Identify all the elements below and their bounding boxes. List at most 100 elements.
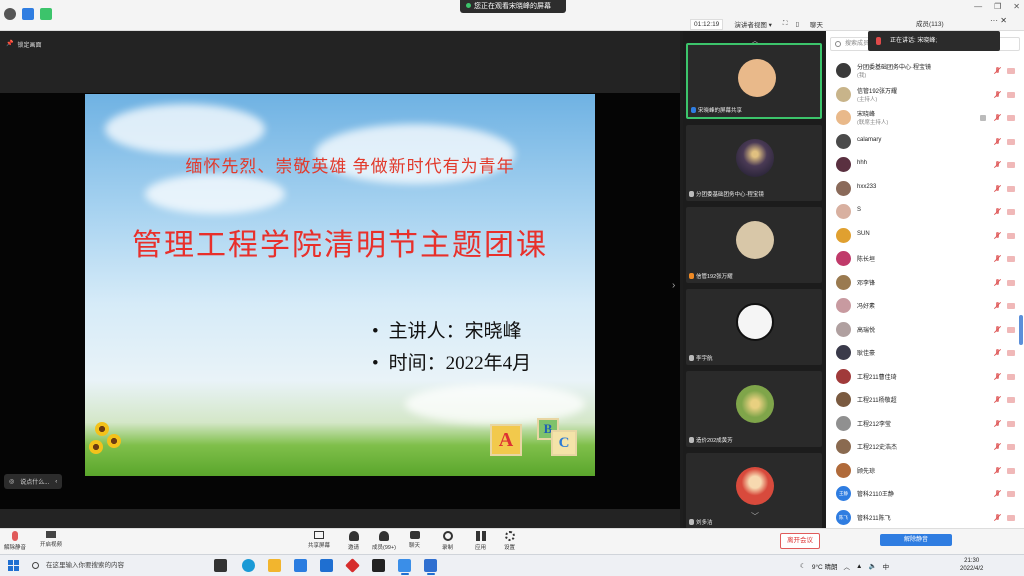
- volume-icon[interactable]: 🔈: [868, 562, 876, 570]
- mail-icon[interactable]: [320, 559, 333, 572]
- mic-muted-icon[interactable]: [994, 443, 1001, 451]
- view-mode-button[interactable]: 演讲者视图 ▾: [731, 18, 775, 30]
- camera-off-icon[interactable]: [1007, 232, 1015, 239]
- member-row[interactable]: 邓李锋: [826, 271, 1024, 295]
- camera-off-icon[interactable]: [1007, 373, 1015, 380]
- member-row[interactable]: 工程211杨敬超: [826, 388, 1024, 412]
- video-tile[interactable]: 宋晓峰的屏幕共享: [686, 43, 822, 119]
- ime-indicator[interactable]: 中: [883, 561, 890, 571]
- camera-off-icon[interactable]: [1007, 185, 1015, 192]
- windows-start-icon[interactable]: [8, 560, 19, 571]
- close-panel-icon[interactable]: ✕: [1000, 16, 1007, 25]
- members-button[interactable]: 成员(99+): [372, 531, 396, 551]
- member-row[interactable]: SUN: [826, 224, 1024, 248]
- mic-muted-icon[interactable]: [994, 325, 1001, 334]
- task-view-icon[interactable]: [214, 559, 227, 572]
- camera-off-icon[interactable]: [1007, 256, 1015, 262]
- mic-muted-icon[interactable]: [994, 372, 1001, 381]
- mic-muted-icon[interactable]: [994, 349, 1001, 357]
- shield-icon[interactable]: [22, 8, 34, 20]
- camera-off-icon[interactable]: [1007, 467, 1015, 474]
- weather-label[interactable]: 9°C 晴朗: [812, 561, 838, 571]
- member-row[interactable]: hxx233: [826, 177, 1024, 201]
- settings-button[interactable]: 设置: [504, 531, 515, 551]
- mic-muted-icon[interactable]: [994, 466, 1001, 475]
- mic-muted-icon[interactable]: [994, 278, 1001, 287]
- member-row[interactable]: 冯好素: [826, 294, 1024, 318]
- signal-icon[interactable]: [40, 8, 52, 20]
- mic-muted-icon[interactable]: [994, 513, 1001, 522]
- mic-muted-icon[interactable]: [994, 184, 1001, 193]
- record-button[interactable]: 录制: [442, 531, 453, 551]
- member-row[interactable]: hhh: [826, 153, 1024, 177]
- leave-meeting-button[interactable]: 离开会议: [780, 533, 820, 549]
- apps-button[interactable]: 应用: [475, 531, 486, 551]
- mic-muted-icon[interactable]: [994, 161, 1001, 169]
- invite-button[interactable]: 邀请: [348, 531, 359, 551]
- camera-off-icon[interactable]: [1007, 326, 1015, 333]
- camera-off-icon[interactable]: [1007, 68, 1015, 74]
- video-tile[interactable]: 李宇航: [686, 289, 822, 365]
- member-row[interactable]: 陈长垣: [826, 247, 1024, 271]
- minimize-icon[interactable]: —: [974, 2, 982, 11]
- mic-muted-icon[interactable]: [994, 396, 1001, 404]
- network-icon[interactable]: ▲: [856, 563, 862, 570]
- member-row[interactable]: 耿佳豪: [826, 341, 1024, 365]
- mic-muted-icon[interactable]: [994, 208, 1001, 216]
- camera-off-icon[interactable]: [1007, 162, 1015, 168]
- chat-button[interactable]: 聊天: [409, 531, 420, 549]
- member-row[interactable]: 王静 管科2110王静: [826, 482, 1024, 506]
- maximize-icon[interactable]: ❐: [994, 2, 1001, 11]
- mic-muted-icon[interactable]: [994, 255, 1001, 263]
- mic-muted-icon[interactable]: [994, 419, 1001, 428]
- camera-off-icon[interactable]: [1007, 420, 1015, 427]
- camera-off-icon[interactable]: [1007, 91, 1015, 98]
- share-screen-button[interactable]: 共享屏幕: [308, 531, 330, 549]
- camera-off-icon[interactable]: [1007, 350, 1015, 356]
- video-button[interactable]: 开启视频: [40, 531, 62, 548]
- camera-off-icon[interactable]: [1007, 209, 1015, 215]
- chevron-left-icon[interactable]: ‹: [55, 479, 57, 485]
- member-row[interactable]: S: [826, 200, 1024, 224]
- member-row[interactable]: 工程211曹佳琦: [826, 365, 1024, 389]
- camera-off-icon[interactable]: [1007, 303, 1015, 309]
- tab-members[interactable]: 成员(113): [916, 18, 944, 28]
- video-tile[interactable]: 信管192张万耀: [686, 207, 822, 283]
- member-row[interactable]: 顾先琼: [826, 459, 1024, 483]
- taskbar-search-input[interactable]: 在这里输入你要搜索的内容: [30, 558, 200, 574]
- more-icon[interactable]: ···: [990, 16, 998, 25]
- member-list-scrollbar[interactable]: [1019, 315, 1023, 345]
- member-row[interactable]: 工程212史浩杰: [826, 435, 1024, 459]
- member-row[interactable]: 分团委基础团务中心·程宝镜 (我): [826, 59, 1024, 83]
- store-icon[interactable]: [294, 559, 307, 572]
- pin-view-button[interactable]: 📌 锁定画面: [6, 40, 42, 49]
- member-row[interactable]: 宋晓峰 (联席主持人): [826, 106, 1024, 130]
- member-row[interactable]: calamary: [826, 130, 1024, 154]
- mic-muted-icon[interactable]: [994, 490, 1001, 498]
- taskbar-clock[interactable]: 21:30 2022/4/2: [960, 557, 983, 573]
- chevron-right-icon[interactable]: ›: [672, 280, 675, 291]
- camera-off-icon[interactable]: [1007, 279, 1015, 286]
- chat-input-chip[interactable]: ◎ 说点什么... ‹: [4, 474, 63, 489]
- camera-off-icon[interactable]: [1007, 444, 1015, 450]
- member-row[interactable]: 工程212李莹: [826, 412, 1024, 436]
- close-icon[interactable]: ✕: [1013, 2, 1020, 11]
- app-icon[interactable]: [372, 559, 385, 572]
- camera-off-icon[interactable]: [1007, 115, 1015, 121]
- file-explorer-icon[interactable]: [268, 559, 281, 572]
- member-row[interactable]: 信管192张万耀 (主持人): [826, 83, 1024, 107]
- camera-off-icon[interactable]: [1007, 397, 1015, 403]
- unmute-all-button[interactable]: 解除静音: [880, 534, 952, 546]
- mic-muted-icon[interactable]: [994, 231, 1001, 240]
- meeting-window-icon[interactable]: [424, 559, 437, 575]
- chevron-up-icon[interactable]: ︿: [844, 561, 851, 571]
- share-banner[interactable]: 您正在观看宋晓峰的屏幕: [460, 0, 566, 13]
- meeting-app-icon[interactable]: [398, 559, 411, 575]
- mic-muted-icon[interactable]: [994, 90, 1001, 99]
- mute-button[interactable]: 解除静音: [4, 531, 26, 551]
- mic-muted-icon[interactable]: [994, 137, 1001, 146]
- mic-muted-icon[interactable]: [994, 67, 1001, 75]
- app-icon[interactable]: [345, 558, 360, 573]
- edge-icon[interactable]: [242, 559, 255, 572]
- camera-off-icon[interactable]: [1007, 491, 1015, 497]
